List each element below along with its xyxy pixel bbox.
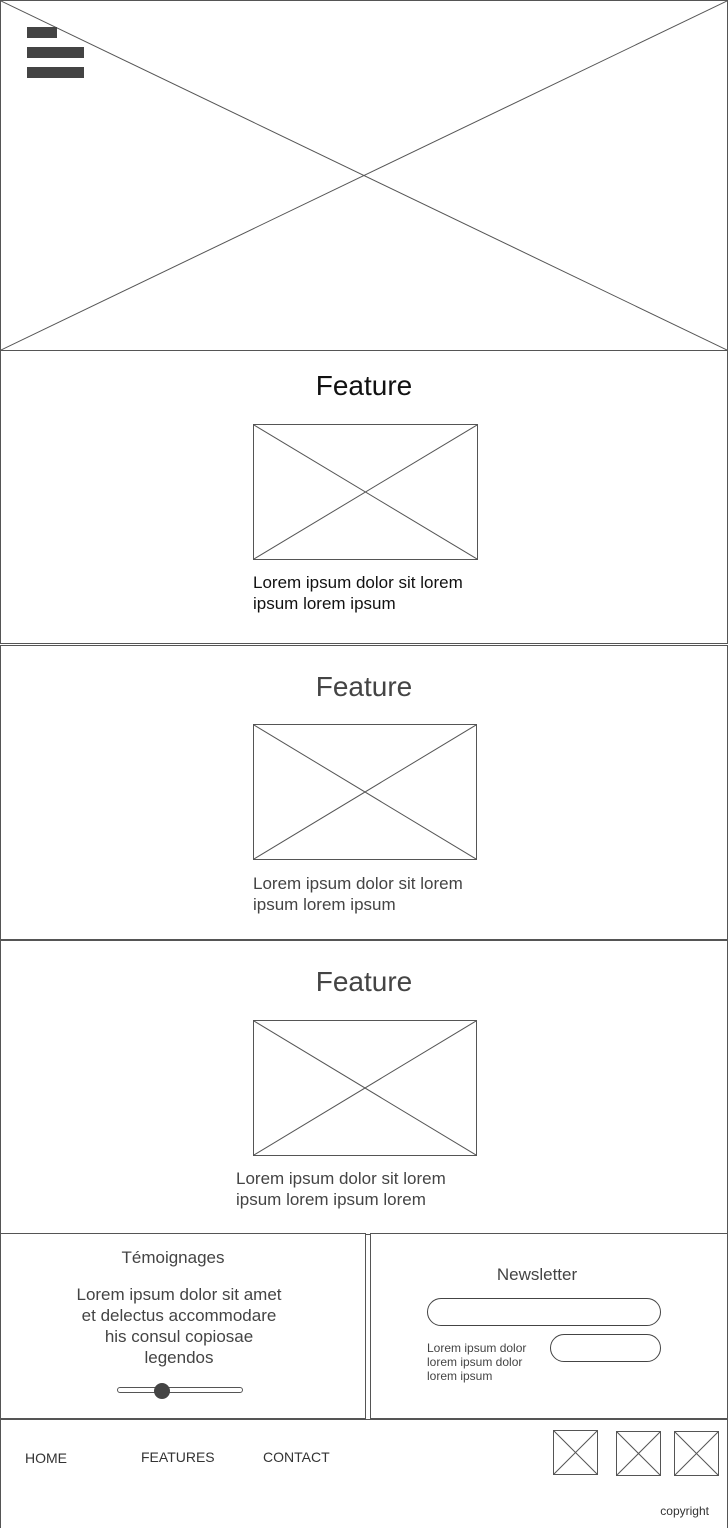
hamburger-menu-icon[interactable] [1,1,91,86]
nav-link-contact[interactable]: CONTACT [263,1449,330,1465]
feature-title: Feature [315,966,413,997]
image-placeholder-icon [675,1432,718,1475]
image-placeholder-icon [617,1432,660,1475]
hero-image-placeholder-icon [1,1,727,350]
feature-section-1: Feature Lorem ipsum dolor sit lorem ipsu… [0,350,728,644]
feature-text: Lorem ipsum dolor sit lorem ipsum lorem … [253,874,463,914]
subscribe-button[interactable] [550,1334,661,1362]
feature-title: Feature [315,671,413,702]
feature-image [253,1020,477,1156]
newsletter-description: Lorem ipsum dolor lorem ipsum dolor lore… [427,1341,527,1383]
hero-banner [0,0,728,351]
testimonials-title: Témoignages [121,1248,225,1267]
image-placeholder-icon [554,1431,597,1474]
social-link-2[interactable] [616,1431,661,1476]
nav-link-features[interactable]: FEATURES [141,1449,215,1465]
feature-title: Feature [315,370,413,401]
feature-image [253,724,477,860]
testimonial-slider-track[interactable] [117,1387,243,1393]
footer: HOME FEATURES CONTACT copyright [0,1419,728,1528]
feature-section-2: Feature Lorem ipsum dolor sit lorem ipsu… [0,645,728,940]
copyright-text: copyright [660,1504,709,1518]
testimonials-panel: Témoignages Lorem ipsum dolor sit amet e… [0,1233,366,1419]
feature-text: Lorem ipsum dolor sit lorem ipsum lorem … [253,573,463,613]
social-link-1[interactable] [553,1430,598,1475]
social-link-3[interactable] [674,1431,719,1476]
testimonial-text: Lorem ipsum dolor sit amet et delectus a… [76,1285,282,1367]
feature-section-3: Feature Lorem ipsum dolor sit lorem ipsu… [0,940,728,1235]
email-input[interactable] [427,1298,661,1326]
newsletter-panel: Newsletter Lorem ipsum dolor lorem ipsum… [370,1233,728,1419]
nav-link-home[interactable]: HOME [25,1450,67,1466]
image-placeholder-icon [254,1021,476,1155]
image-placeholder-icon [254,725,476,859]
image-placeholder-icon [254,425,477,559]
feature-text: Lorem ipsum dolor sit lorem ipsum lorem … [236,1169,446,1209]
slider-thumb[interactable] [154,1383,171,1399]
feature-image [253,424,478,560]
newsletter-title: Newsletter [496,1265,578,1284]
